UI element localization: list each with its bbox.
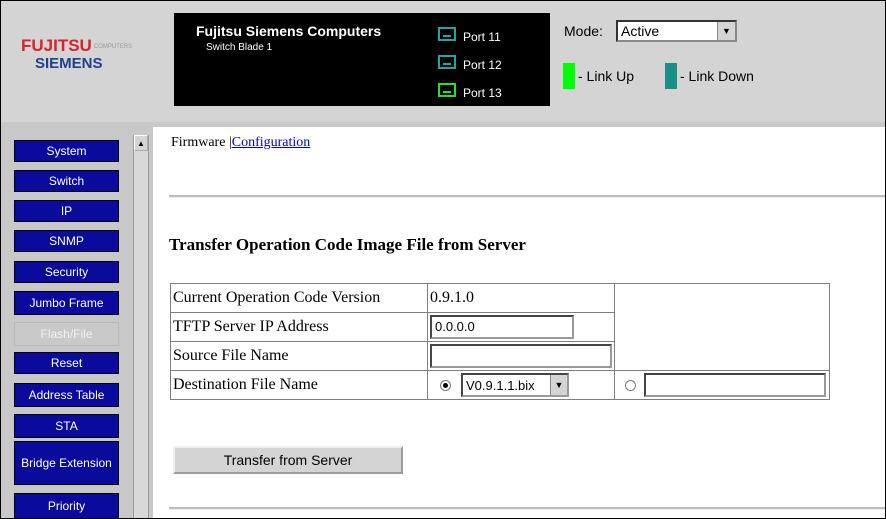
tftp-server-input[interactable]: 0.0.0.0 [430, 315, 574, 339]
mode-value: Active [621, 23, 660, 39]
browser-frame: FUJITSU COMPUTERS SIEMENS Fujitsu Siemens… [0, 0, 886, 519]
nav-ip[interactable]: IP [14, 200, 119, 222]
nav-jumbo-frame[interactable]: Jumbo Frame [14, 291, 119, 315]
sidebar-scrollbar[interactable]: ▲ [133, 135, 149, 518]
source-file-input[interactable] [430, 344, 612, 368]
divider [169, 195, 885, 198]
transfer-form-table: Current Operation Code Version 0.9.1.0 T… [170, 283, 830, 400]
link-up-label: - Link Up [578, 68, 635, 84]
nav-security[interactable]: Security [14, 261, 119, 283]
device-panel: Fujitsu Siemens Computers Switch Blade 1… [174, 13, 550, 106]
port-11[interactable]: Port 11 [438, 27, 548, 47]
breadcrumb: Firmware |Configuration [171, 135, 310, 151]
port-13[interactable]: Port 13 [438, 83, 548, 103]
fujitsu-siemens-logo: FUJITSU COMPUTERS SIEMENS [21, 36, 133, 81]
destination-file-input[interactable] [644, 373, 826, 397]
scroll-up-arrow-icon[interactable]: ▲ [134, 135, 148, 151]
source-file-label: Source File Name [170, 341, 428, 371]
configuration-link[interactable]: Configuration [232, 135, 311, 150]
nav-address-table[interactable]: Address Table [14, 383, 119, 407]
transfer-from-server-button[interactable]: Transfer from Server [173, 446, 403, 474]
dest-select-radio[interactable] [440, 379, 451, 391]
chevron-down-icon[interactable]: ▼ [717, 22, 735, 40]
destination-file-select[interactable]: V0.9.1.1.bix ▼ [461, 373, 569, 397]
logo-line2: SIEMENS [35, 54, 103, 72]
page-title: Transfer Operation Code Image File from … [169, 235, 526, 254]
link-up-swatch [563, 63, 575, 89]
main-content: Firmware |Configuration Transfer Operati… [153, 127, 885, 518]
divider [169, 507, 885, 510]
mode-select[interactable]: Active ▼ [616, 20, 737, 42]
link-down-label: - Link Down [680, 68, 754, 84]
nav-switch[interactable]: Switch [14, 170, 119, 192]
nav-sta[interactable]: STA [14, 414, 119, 438]
link-down-swatch [665, 63, 677, 89]
nav-reset[interactable]: Reset [14, 352, 119, 374]
legend-link-down: - Link Down [665, 63, 785, 89]
port-icon [438, 83, 456, 97]
current-version-value: 0.9.1.0 [427, 283, 615, 313]
chevron-down-icon[interactable]: ▼ [550, 375, 567, 395]
port-icon [438, 55, 456, 69]
port-label: Port 13 [463, 86, 502, 100]
device-title: Fujitsu Siemens Computers [196, 23, 382, 39]
port-label: Port 11 [463, 30, 501, 44]
port-icon [438, 27, 456, 41]
header: FUJITSU COMPUTERS SIEMENS Fujitsu Siemens… [1, 1, 885, 122]
dest-text-radio[interactable] [625, 379, 636, 391]
current-version-label: Current Operation Code Version [170, 283, 428, 313]
breadcrumb-firmware: Firmware [171, 135, 226, 150]
port-label: Port 12 [463, 58, 502, 72]
sidebar-nav: System Switch IP SNMP Security Jumbo Fra… [1, 127, 152, 518]
destination-file-select-value: V0.9.1.1.bix [466, 378, 535, 393]
legend-link-up: - Link Up [563, 63, 663, 89]
logo-tagline: COMPUTERS [93, 43, 133, 50]
tftp-label: TFTP Server IP Address [170, 312, 428, 342]
nav-flash-file[interactable]: Flash/File [14, 322, 119, 346]
logo-line1: FUJITSU [21, 36, 92, 55]
nav-snmp[interactable]: SNMP [14, 230, 119, 252]
nav-system[interactable]: System [14, 140, 119, 162]
port-12[interactable]: Port 12 [438, 55, 548, 75]
device-subtitle: Switch Blade 1 [206, 42, 273, 53]
destination-file-label: Destination File Name [170, 370, 428, 400]
nav-priority[interactable]: Priority [14, 493, 119, 518]
nav-bridge-extension[interactable]: Bridge Extension [14, 441, 119, 485]
empty-cell [614, 283, 830, 371]
mode-label: Mode: [564, 23, 603, 39]
